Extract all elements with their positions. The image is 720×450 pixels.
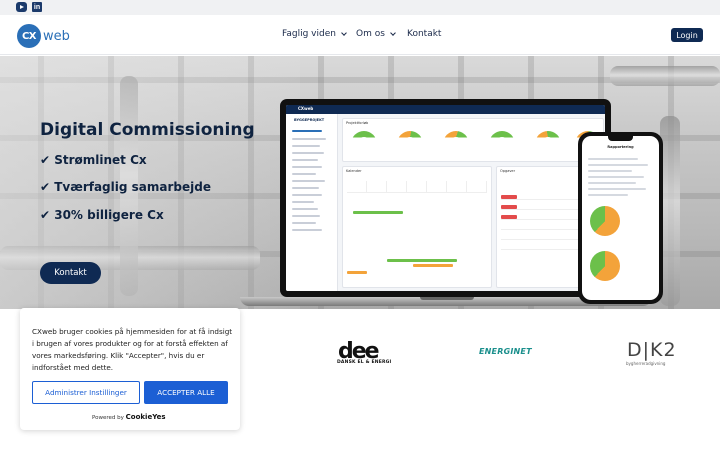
pie-chart — [590, 206, 620, 236]
nav-om-os[interactable]: Om os — [356, 29, 396, 39]
laptop-notch — [420, 297, 474, 300]
hero-bullet: ✔ Strømlinet Cx — [40, 153, 147, 167]
app-project-name: BYGGEPROJEKT — [294, 118, 325, 122]
laptop-mockup: CXweb BYGGEPROJEKT Projektforløb Kalende… — [280, 99, 611, 297]
social-bar: in — [0, 0, 720, 15]
logo-word: web — [43, 28, 70, 44]
cookieyes-logo: CookieYes — [125, 413, 166, 421]
chevron-down-icon — [390, 29, 396, 36]
nav-label: Om os — [356, 29, 385, 39]
dk2-logo: D|K2 — [627, 339, 677, 361]
background-pipe — [660, 116, 680, 306]
powered-by: Powered by CookieYes — [92, 413, 166, 421]
dk2-logo-subtitle: bygherreradgivning — [626, 361, 666, 366]
nav-label: Kontakt — [407, 29, 442, 39]
app-logo: CXweb — [298, 106, 314, 111]
cxweb-logo[interactable]: CX web — [17, 24, 70, 48]
login-button[interactable]: Login — [671, 28, 703, 42]
energinet-logo: ENERGINET — [479, 347, 532, 356]
manage-settings-button[interactable]: Administrer Instillinger — [32, 381, 140, 404]
nav-label: Faglig viden — [282, 29, 336, 39]
youtube-icon[interactable] — [16, 2, 27, 12]
linkedin-icon[interactable]: in — [32, 2, 42, 12]
hero-section: Digital Commissioning ✔ Strømlinet Cx ✔ … — [0, 56, 720, 309]
accept-all-button[interactable]: ACCEPTER ALLE — [144, 381, 228, 404]
phone-title: Rapportering — [607, 145, 634, 149]
nav-kontakt[interactable]: Kontakt — [407, 29, 441, 39]
logo-mark: CX — [17, 24, 41, 48]
hero-title: Digital Commissioning — [40, 120, 255, 140]
app-topbar: CXweb — [286, 105, 605, 114]
chevron-down-icon — [341, 29, 347, 36]
app-screenshot: CXweb BYGGEPROJEKT Projektforløb Kalende… — [286, 105, 605, 291]
app-sidebar: BYGGEPROJEKT — [286, 114, 338, 291]
background-pipe — [610, 66, 720, 86]
cookie-banner: CXweb bruger cookies på hjemmesiden for … — [20, 308, 240, 430]
hero-contact-button[interactable]: Kontakt — [40, 262, 101, 284]
hero-bullet: ✔ Tværfaglig samarbejde — [40, 180, 211, 194]
pie-chart — [590, 251, 620, 281]
cookie-text: CXweb bruger cookies på hjemmesiden for … — [32, 327, 233, 372]
calendar-panel: Kalender — [342, 166, 492, 288]
site-header: CX web Faglig viden Om os Kontakt Login — [0, 15, 720, 55]
phone-mockup: Rapportering — [578, 132, 663, 304]
hero-bullet: ✔ 30% billigere Cx — [40, 208, 164, 222]
dee-logo-subtitle: DANSK EL & ENERGI — [337, 360, 392, 365]
progress-panel: Projektforløb — [342, 118, 604, 162]
nav-faglig-viden[interactable]: Faglig viden — [282, 29, 347, 39]
powered-by-prefix: Powered by — [92, 415, 124, 421]
phone-screen: Rapportering — [582, 136, 659, 300]
